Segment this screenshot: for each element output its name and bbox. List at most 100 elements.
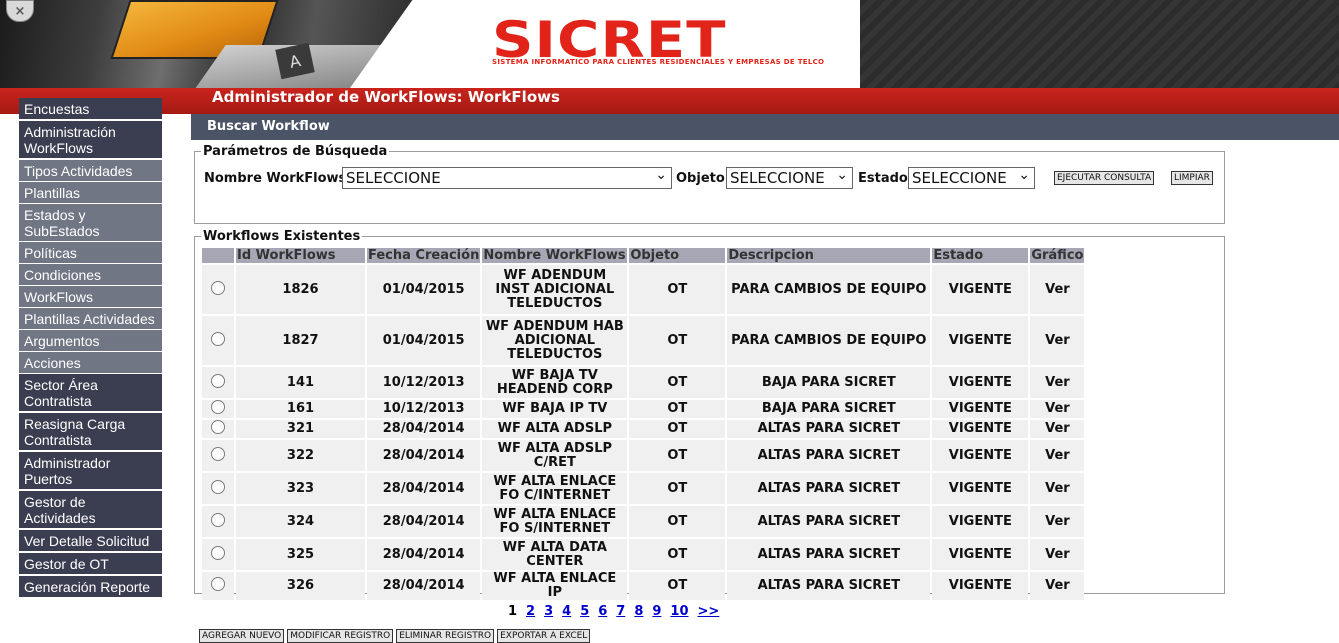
table-header-row: Id WorkFlows Fecha Creación Nombre WorkF… [202,248,1085,263]
row-radio-button[interactable] [211,331,225,346]
column-header-nombre: Nombre WorkFlows [482,248,628,263]
table-row: 322 28/04/2014 WF ALTA ADSLP C/RET OT ALTAS … [202,440,1085,471]
sidebar-item[interactable]: Acciones [19,352,162,374]
sidebar-item[interactable]: Condiciones [19,264,162,286]
cell-nombre: WF ADENDUM HAB ADICIONAL TELEDUCTOS [482,316,628,365]
sidebar-item[interactable]: Tipos Actividades [19,160,162,182]
cell-estado: VIGENTE [932,316,1029,365]
cell-fecha: 01/04/2015 [367,316,481,365]
column-header-grafico: Gráfico [1030,248,1085,263]
page-link[interactable]: 4 [562,604,571,619]
row-radio-button[interactable] [211,479,225,494]
page-link[interactable]: 7 [616,604,625,619]
cell-objeto: OT [629,367,726,398]
page-link[interactable]: 9 [652,604,661,619]
row-select-cell [202,572,234,600]
sidebar-item[interactable]: Gestor de Actividades [19,491,162,530]
cell-fecha: 28/04/2014 [367,572,481,600]
search-parameters-legend: Parámetros de Búsqueda [203,144,388,159]
sidebar-item[interactable]: Estados y SubEstados [19,204,162,242]
objeto-select[interactable]: SELECCIONE ⌄ [726,167,853,189]
cell-fecha: 10/12/2013 [367,367,481,398]
sidebar-item[interactable]: Administrador Puertos [19,452,162,491]
sidebar-item[interactable]: Ver Detalle Solicitud [19,530,162,553]
banner-pattern [860,0,1339,88]
page-link[interactable]: 10 [670,604,688,619]
cell-estado: VIGENTE [932,265,1029,314]
page-link[interactable]: 5 [580,604,589,619]
execute-query-button[interactable]: EJECUTAR CONSULTA [1054,171,1155,185]
nombre-workflows-select[interactable]: SELECCIONE ⌄ [342,167,672,189]
cell-grafico[interactable]: Ver [1030,420,1085,438]
cell-grafico[interactable]: Ver [1030,367,1085,398]
cell-fecha: 28/04/2014 [367,440,481,471]
next-pages-link[interactable]: >> [698,604,720,619]
cell-grafico[interactable]: Ver [1030,539,1085,570]
sidebar-item[interactable]: Plantillas [19,182,162,204]
workflows-table: Id WorkFlows Fecha Creación Nombre WorkF… [200,246,1086,602]
page-link[interactable]: 2 [526,604,535,619]
sidebar-item[interactable]: Generación Reporte [19,576,162,599]
row-radio-button[interactable] [211,373,225,388]
cell-objeto: OT [629,316,726,365]
row-radio-button[interactable] [211,545,225,560]
cell-estado: VIGENTE [932,440,1029,471]
delete-record-button[interactable]: ELIMINAR REGISTRO [396,629,495,643]
chevron-down-icon: ⌄ [1018,167,1030,183]
sidebar-item[interactable]: Plantillas Actividades [19,308,162,330]
cell-grafico[interactable]: Ver [1030,473,1085,504]
search-section-title: Buscar Workflow [207,119,330,134]
cell-fecha: 28/04/2014 [367,539,481,570]
cell-nombre: WF ALTA ENLACE FO C/INTERNET [482,473,628,504]
sidebar-item[interactable]: Argumentos [19,330,162,352]
cell-id: 1827 [236,316,365,365]
sidebar-item[interactable]: Gestor de OT [19,553,162,576]
cell-grafico[interactable]: Ver [1030,440,1085,471]
sidebar-item[interactable]: Sector Área Contratista [19,374,162,413]
cell-estado: VIGENTE [932,420,1029,438]
cell-objeto: OT [629,473,726,504]
sidebar-item[interactable]: Reasigna Carga Contratista [19,413,162,452]
action-buttons: AGREGAR NUEVO MODIFICAR REGISTRO ELIMINAR … [199,629,591,643]
cell-grafico[interactable]: Ver [1030,316,1085,365]
row-radio-button[interactable] [211,446,225,461]
clear-button[interactable]: LIMPIAR [1171,171,1213,185]
sidebar-item[interactable]: Administración WorkFlows [19,121,162,160]
page-link[interactable]: 6 [598,604,607,619]
row-radio-button[interactable] [211,400,225,414]
estado-label: Estado [858,171,908,186]
cell-nombre: WF BAJA TV HEADEND CORP [482,367,628,398]
cell-grafico[interactable]: Ver [1030,572,1085,600]
estado-select[interactable]: SELECCIONE ⌄ [908,167,1035,189]
row-select-cell [202,400,234,418]
cell-nombre: WF ALTA ENLACE FO S/INTERNET [482,506,628,537]
cell-descripcion: BAJA PARA SICRET [727,367,931,398]
modify-record-button[interactable]: MODIFICAR REGISTRO [287,629,394,643]
row-radio-button[interactable] [211,512,225,527]
cell-nombre: WF ALTA ENLACE IP [482,572,628,600]
cell-id: 321 [236,420,365,438]
row-radio-button[interactable] [211,280,225,295]
column-header-id: Id WorkFlows [236,248,365,263]
cell-descripcion: ALTAS PARA SICRET [727,420,931,438]
page-title: Administrador de WorkFlows: WorkFlows [212,88,560,106]
row-radio-button[interactable] [211,420,225,434]
cell-grafico[interactable]: Ver [1030,400,1085,418]
sidebar-item[interactable]: Encuestas [19,98,162,121]
cell-grafico[interactable]: Ver [1030,506,1085,537]
page-link[interactable]: 3 [544,604,553,619]
cell-id: 323 [236,473,365,504]
cell-grafico[interactable]: Ver [1030,265,1085,314]
page-link[interactable]: 8 [634,604,643,619]
add-new-button[interactable]: AGREGAR NUEVO [199,629,285,643]
sidebar-item[interactable]: Políticas [19,242,162,264]
row-radio-button[interactable] [211,577,225,591]
search-section-header: Buscar Workflow [191,114,1339,140]
export-excel-button[interactable]: EXPORTAR A EXCEL [497,629,591,643]
estado-value: SELECCIONE [912,169,1007,187]
cell-objeto: OT [629,265,726,314]
table-row: 323 28/04/2014 WF ALTA ENLACE FO C/INTERNE… [202,473,1085,504]
sidebar-item[interactable]: WorkFlows [19,286,162,308]
cell-estado: VIGENTE [932,539,1029,570]
cell-objeto: OT [629,539,726,570]
